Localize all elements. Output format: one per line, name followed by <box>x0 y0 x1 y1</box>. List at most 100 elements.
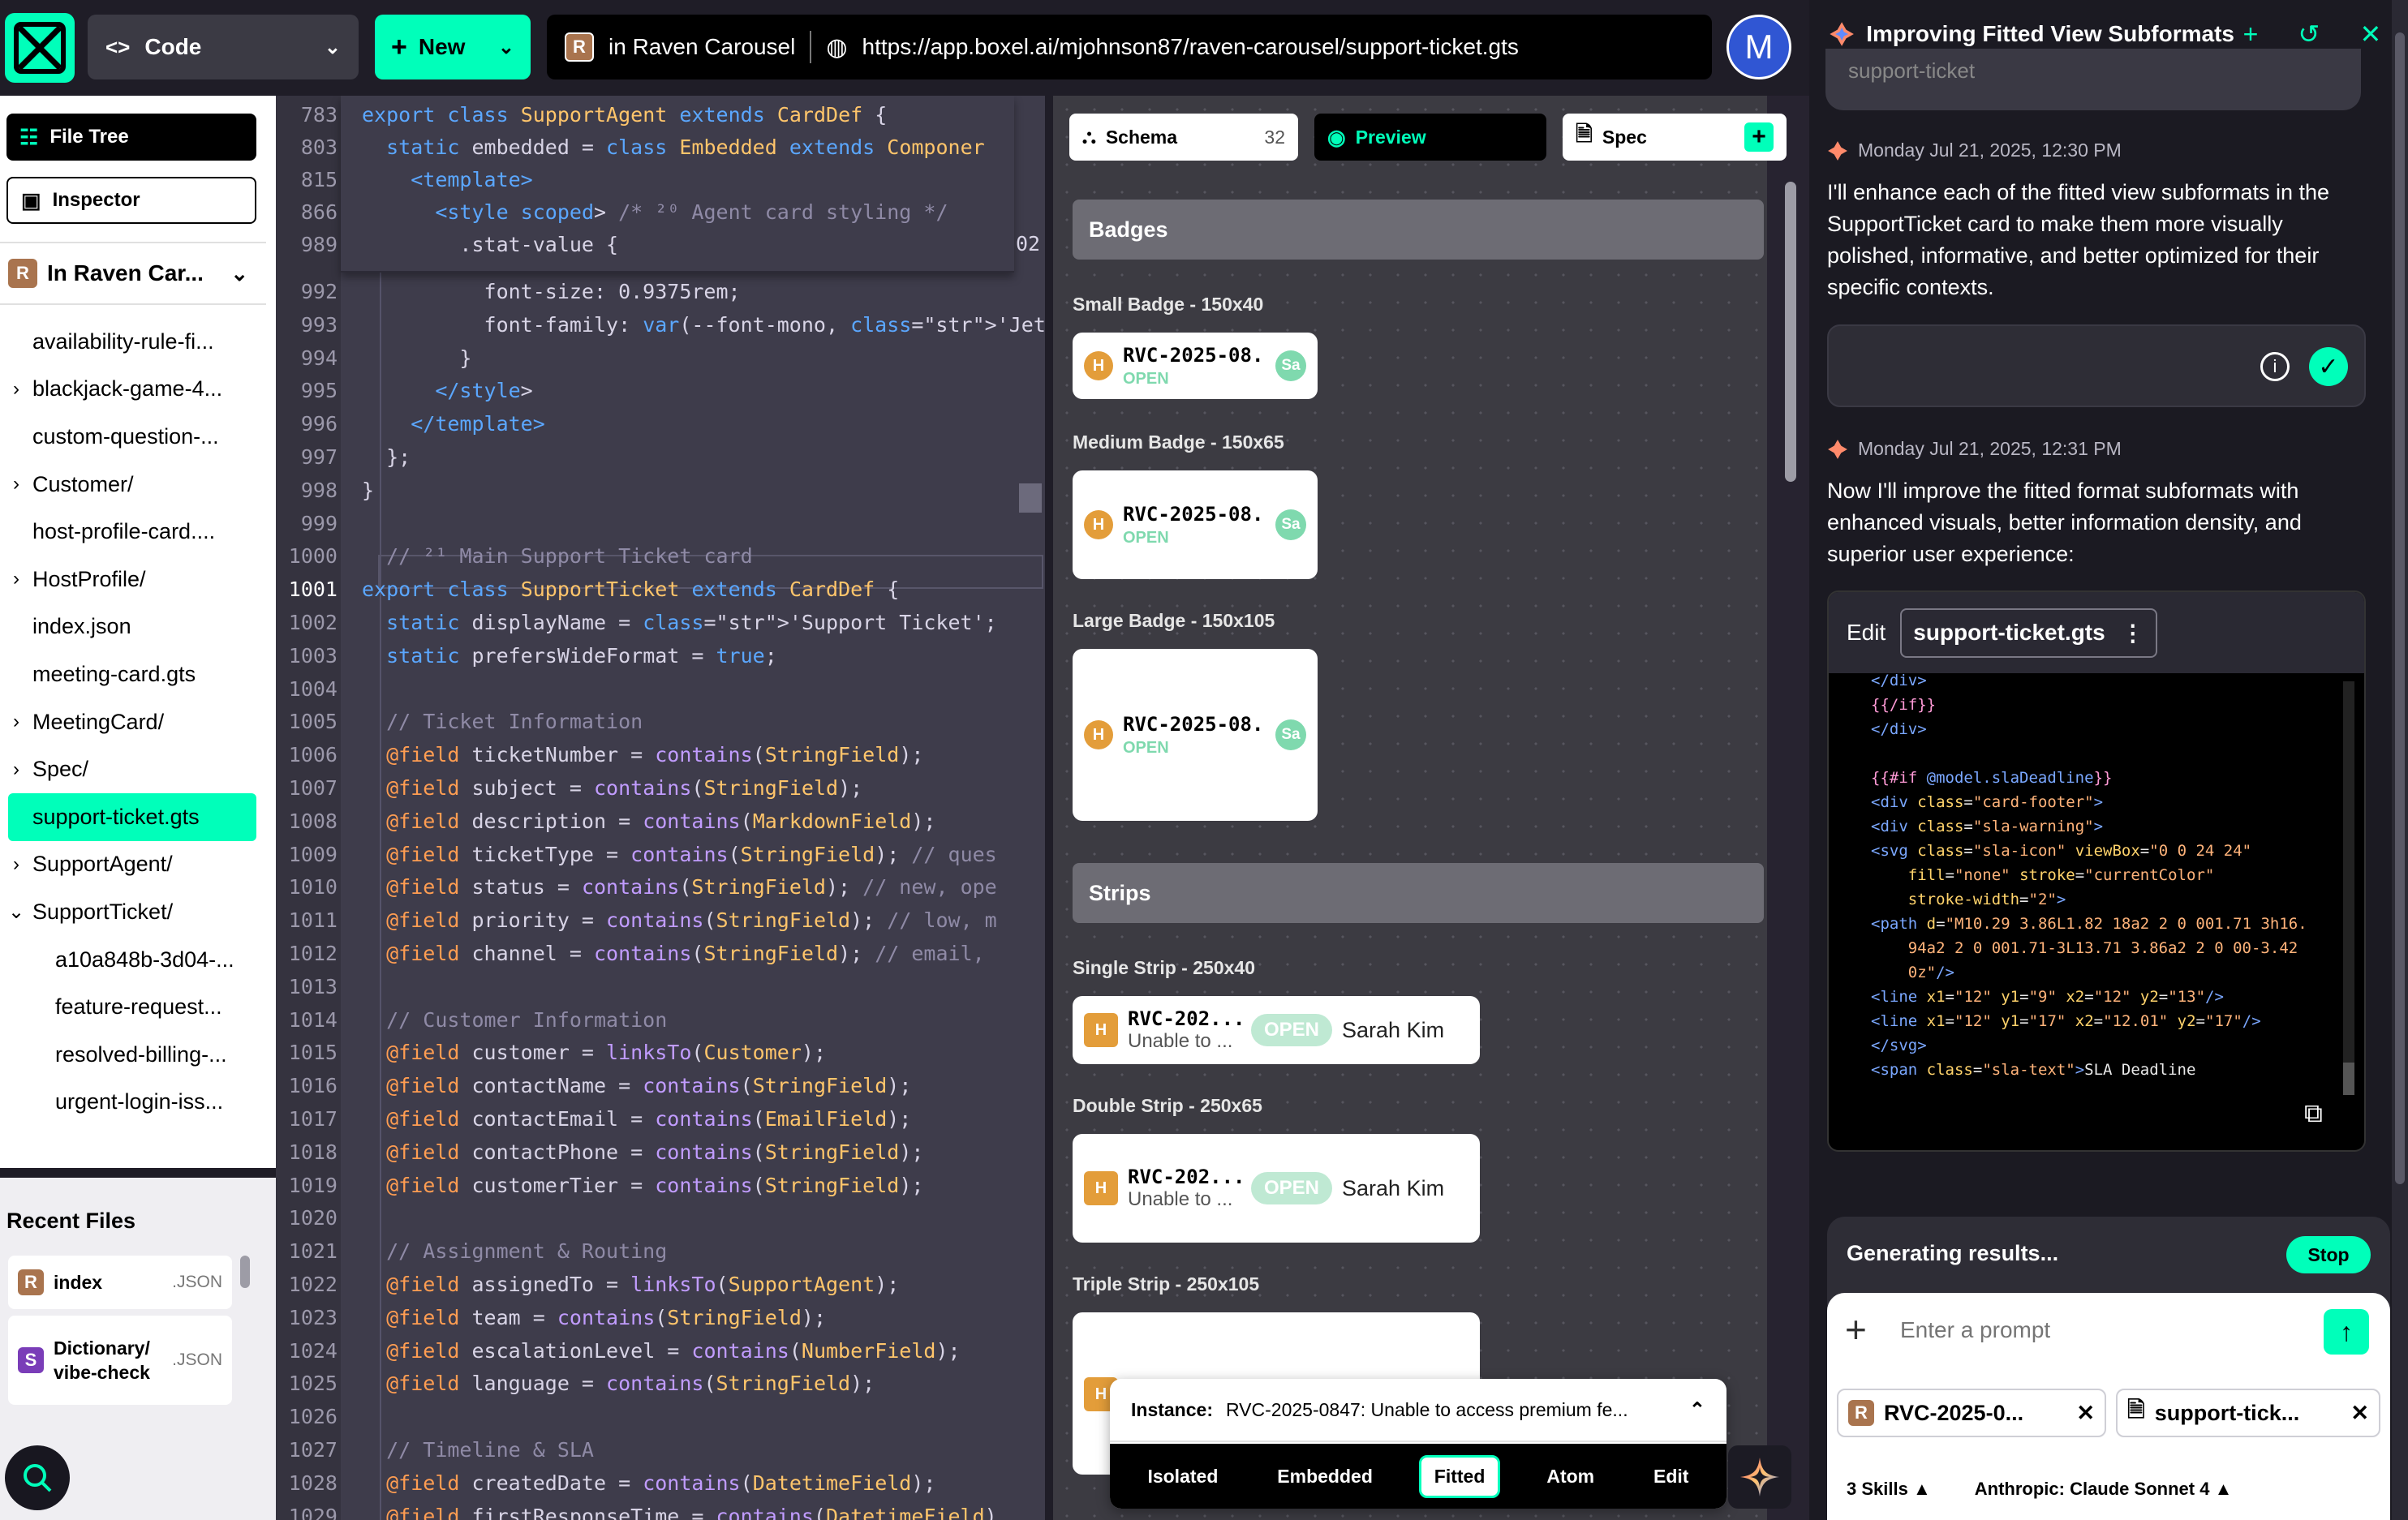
user-avatar[interactable]: M <box>1726 15 1791 79</box>
format-embedded[interactable]: Embedded <box>1264 1458 1386 1496</box>
attached-file-chip[interactable]: 🗎 support-tick... ✕ <box>2116 1389 2380 1437</box>
file-tree-file[interactable]: feature-request... <box>0 983 276 1031</box>
tool-call-card[interactable]: i ✓ <box>1827 324 2366 407</box>
sticky-code-line[interactable]: 866 <style scoped> /* ²⁰ Agent card styl… <box>276 196 948 229</box>
code-line[interactable]: 1004 <box>276 673 362 706</box>
instance-selector[interactable]: Instance: RVC-2025-0847: Unable to acces… <box>1110 1379 1726 1442</box>
url-bar[interactable]: R in Raven Carousel ◍ https://app.boxel.… <box>547 15 1712 79</box>
sticky-scroll-header[interactable]: 783 export class SupportAgent extends Car… <box>301 96 1014 273</box>
code-line[interactable]: 1026 <box>276 1401 362 1433</box>
code-line[interactable]: 1028 @field createdDate = contains(Datet… <box>276 1467 936 1500</box>
code-line[interactable]: 994 } <box>276 342 472 375</box>
code-line[interactable]: 1022 @field assignedTo = linksTo(Support… <box>276 1269 900 1301</box>
file-chip[interactable]: support-ticket.gts ⋮ <box>1900 608 2157 658</box>
code-line[interactable]: 1010 @field status = contains(StringFiel… <box>276 871 997 904</box>
medium-badge-card[interactable]: H RVC-2025-08... OPEN Sa <box>1073 470 1318 579</box>
single-strip-card[interactable]: H RVC-202... Unable to ... OPEN Sarah Ki… <box>1073 996 1480 1064</box>
file-tree-file[interactable]: custom-question-... <box>0 413 276 461</box>
realm-name[interactable]: in Raven Carousel <box>608 34 795 60</box>
large-badge-card[interactable]: H RVC-2025-08... OPEN Sa <box>1073 649 1318 821</box>
file-tree-file[interactable]: a10a848b-3d04-... <box>0 936 276 984</box>
close-icon[interactable]: ✕ <box>2360 19 2382 49</box>
code-line[interactable]: 1023 @field team = contains(StringField)… <box>276 1302 826 1334</box>
recent-file-item[interactable]: R index .JSON <box>8 1256 232 1309</box>
stop-button[interactable]: Stop <box>2286 1236 2371 1273</box>
realm-selector[interactable]: R In Raven Car... ⌄ <box>0 242 276 305</box>
file-tree-folder[interactable]: › SupportAgent/ <box>0 841 276 889</box>
code-line[interactable]: 1015 @field customer = linksTo(Customer)… <box>276 1037 826 1069</box>
format-fitted[interactable]: Fitted <box>1418 1454 1501 1498</box>
search-button[interactable] <box>5 1445 70 1510</box>
file-tree-file[interactable]: resolved-billing-... <box>0 1031 276 1079</box>
skills-selector[interactable]: 3 Skills ▲ <box>1847 1479 1931 1500</box>
sticky-code-line[interactable]: 989 .stat-value { <box>276 229 618 261</box>
code-scroll-thumb[interactable] <box>2343 1063 2354 1095</box>
url-text[interactable]: https://app.boxel.ai/mjohnson87/raven-ca… <box>862 34 1519 60</box>
file-tree-file[interactable]: meeting-card.gts <box>0 651 276 698</box>
file-tree-folder[interactable]: › Spec/ <box>0 745 276 793</box>
inspector-tab[interactable]: ▣ Inspector <box>6 177 256 224</box>
code-line[interactable]: 1029 @field firstResponseTime = contains… <box>276 1501 997 1520</box>
code-line[interactable]: 1011 @field priority = contains(StringFi… <box>276 904 997 937</box>
add-spec-button[interactable]: + <box>1744 122 1774 152</box>
file-tree-folder[interactable]: › MeetingCard/ <box>0 698 276 746</box>
close-icon[interactable]: ✕ <box>2076 1401 2095 1426</box>
format-atom[interactable]: Atom <box>1533 1458 1607 1496</box>
file-tree-folder[interactable]: ⌄ SupportTicket/ <box>0 888 276 936</box>
file-tree-file[interactable]: availability-rule-fi... <box>0 318 276 366</box>
code-line[interactable]: 1017 @field contactEmail = contains(Emai… <box>276 1103 912 1136</box>
editor-scrollbar[interactable] <box>1019 483 1042 513</box>
attached-card-chip[interactable]: R RVC-2025-0... ✕ <box>1837 1389 2106 1437</box>
code-line[interactable]: 1013 <box>276 971 362 1003</box>
code-line[interactable]: 1006 @field ticketNumber = contains(Stri… <box>276 739 924 771</box>
code-line[interactable]: 1002 static displayName = class="str">'S… <box>276 607 997 639</box>
new-button[interactable]: + New ⌄ <box>375 15 531 79</box>
code-line[interactable]: 1020 <box>276 1202 362 1234</box>
code-scroll-track[interactable] <box>2343 681 2354 1095</box>
code-line[interactable]: 1024 @field escalationLevel = contains(N… <box>276 1335 961 1368</box>
code-line[interactable]: 999 <box>276 508 362 540</box>
file-tree-tab[interactable]: ☷ File Tree <box>6 114 256 161</box>
code-line[interactable]: 997 }; <box>276 441 411 474</box>
ai-assistant-button[interactable] <box>1728 1445 1791 1509</box>
code-line[interactable]: 1027 // Timeline & SLA <box>276 1434 594 1466</box>
code-line[interactable]: 1007 @field subject = contains(StringFie… <box>276 772 862 805</box>
code-line[interactable]: 995 </style> <box>276 375 533 407</box>
sticky-code-line[interactable]: 783 export class SupportAgent extends Car… <box>276 99 887 131</box>
plus-icon[interactable]: + <box>1845 1307 1867 1351</box>
code-line[interactable]: 1008 @field description = contains(Markd… <box>276 805 936 838</box>
code-line[interactable]: 1016 @field contactName = contains(Strin… <box>276 1070 912 1102</box>
file-tree-file[interactable]: host-profile-card.... <box>0 508 276 556</box>
chat-scroll-thumb[interactable] <box>2395 32 2405 1184</box>
code-line[interactable]: 996 </template> <box>276 408 545 440</box>
mode-selector[interactable]: <> Code ⌄ <box>88 15 359 79</box>
code-editor[interactable]: 992 font-size: 0.9375rem; 993 font-family… <box>276 96 1045 1520</box>
file-tree-folder[interactable]: › blackjack-game-4... <box>0 366 276 414</box>
file-tree-folder[interactable]: › HostProfile/ <box>0 556 276 603</box>
code-line[interactable]: 1014 // Customer Information <box>276 1004 668 1037</box>
file-tree-file[interactable]: index.json <box>0 603 276 651</box>
code-line[interactable]: 1001 export class SupportTicket extends C… <box>276 573 900 606</box>
file-tree-folder[interactable]: › Customer/ <box>0 461 276 509</box>
code-line[interactable]: 1003 static prefersWideFormat = true; <box>276 640 777 672</box>
history-icon[interactable]: ↺ <box>2298 19 2320 49</box>
code-line[interactable]: 992 font-size: 0.9375rem; <box>276 276 741 308</box>
prompt-input[interactable] <box>1898 1311 2288 1350</box>
code-line[interactable]: 1018 @field contactPhone = contains(Stri… <box>276 1136 924 1169</box>
code-line[interactable]: 1019 @field customerTier = contains(Stri… <box>276 1170 924 1202</box>
file-tree-file[interactable]: support-ticket.gts <box>8 792 256 841</box>
plus-icon[interactable]: + <box>2243 19 2259 49</box>
double-strip-card[interactable]: H RVC-202... Unable to ... OPEN Sarah Ki… <box>1073 1134 1480 1243</box>
code-line[interactable]: 993 font-family: var(--font-mono, class=… <box>276 309 1045 341</box>
code-line[interactable]: 1021 // Assignment & Routing <box>276 1235 668 1268</box>
model-selector[interactable]: Anthropic: Claude Sonnet 4 ▲ <box>1975 1479 2233 1500</box>
sticky-code-line[interactable]: 815 <template> <box>276 164 533 196</box>
sticky-code-line[interactable]: 803 static embedded = class Embedded ext… <box>276 131 985 164</box>
copy-icon[interactable]: ⧉ <box>2304 1098 2323 1129</box>
info-icon[interactable]: i <box>2260 352 2290 381</box>
tab-preview[interactable]: ◉ Preview <box>1314 114 1546 161</box>
code-line[interactable]: 1009 @field ticketType = contains(String… <box>276 839 997 871</box>
code-line[interactable]: 998} <box>276 474 374 507</box>
boxel-logo[interactable] <box>5 13 75 83</box>
close-icon[interactable]: ✕ <box>2350 1401 2369 1426</box>
